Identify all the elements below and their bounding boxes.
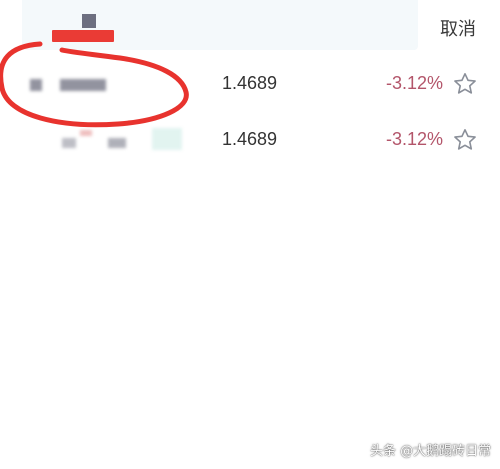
- search-bar: 取消: [0, 0, 500, 52]
- fund-nav-value: 1.4689: [222, 129, 278, 149]
- fund-name-redacted[interactable]: [0, 52, 200, 108]
- redacted-text: [30, 79, 42, 91]
- page: 取消 1.4689 -3.12% 1.4689 -3.12% 头条 @大鹅蹋砖日…: [0, 0, 500, 469]
- fund-change-percent: -3.12%: [385, 129, 443, 149]
- redacted-text: [82, 14, 96, 28]
- star-outline-icon[interactable]: [452, 127, 478, 153]
- watermark: 头条 @大鹅蹋砖日常: [370, 444, 492, 459]
- redacted-text: [60, 79, 106, 91]
- fund-change-percent: -3.12%: [385, 73, 443, 93]
- star-outline-icon[interactable]: [452, 71, 478, 97]
- fund-name-redacted[interactable]: [0, 108, 200, 166]
- redacted-text: [152, 128, 182, 150]
- redacted-text: [108, 138, 126, 148]
- annotation-mark: [52, 30, 114, 42]
- redacted-text: [62, 138, 76, 148]
- cancel-button[interactable]: 取消: [440, 15, 476, 41]
- redacted-text: [80, 130, 92, 136]
- search-input[interactable]: [22, 0, 418, 50]
- fund-nav-value: 1.4689: [222, 73, 278, 93]
